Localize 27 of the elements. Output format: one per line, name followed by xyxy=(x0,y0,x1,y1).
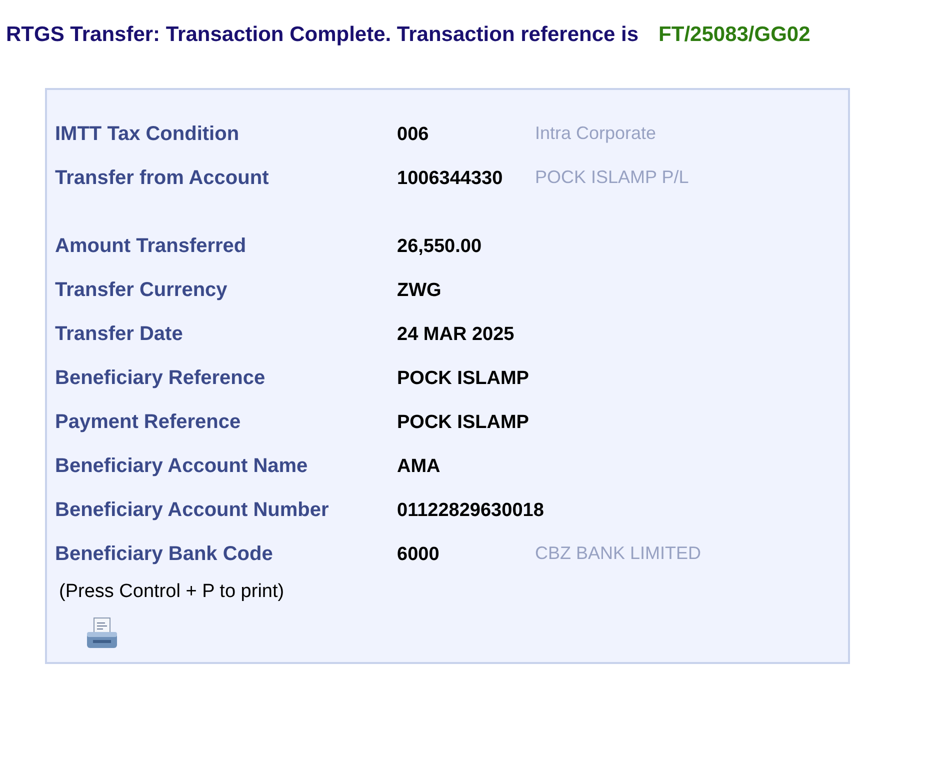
field-label: IMTT Tax Condition xyxy=(55,122,240,146)
field-value: 1006344330 xyxy=(397,167,504,192)
field-value: ZWG xyxy=(397,279,442,304)
field-value: POCK ISLAMP xyxy=(397,411,530,436)
field-value: AMA xyxy=(397,455,442,480)
printer-icon[interactable] xyxy=(85,616,119,650)
field-label: Transfer Date xyxy=(55,322,184,346)
status-message: RTGS Transfer: Transaction Complete. Transaction reference is xyxy=(6,22,639,48)
field-note: CBZ BANK LIMITED xyxy=(535,542,702,565)
field-label: Transfer from Account xyxy=(55,166,270,190)
field-value: 6000 xyxy=(397,543,440,568)
field-note: Intra Corporate xyxy=(535,122,656,145)
print-hint: (Press Control + P to print) xyxy=(59,580,284,602)
field-label: Beneficiary Reference xyxy=(55,366,266,390)
field-label: Beneficiary Account Name xyxy=(55,454,309,478)
field-value: 006 xyxy=(397,123,430,148)
field-note: POCK ISLAMP P/L xyxy=(535,166,689,189)
field-label: Amount Transferred xyxy=(55,234,248,258)
field-label: Transfer Currency xyxy=(55,278,228,302)
transaction-reference: FT/25083/GG02 xyxy=(658,22,810,48)
field-label: Beneficiary Account Number xyxy=(55,498,330,522)
field-value: 26,550.00 xyxy=(397,235,483,260)
field-value: POCK ISLAMP xyxy=(397,367,530,392)
field-label: Beneficiary Bank Code xyxy=(55,542,274,566)
field-label: Payment Reference xyxy=(55,410,242,434)
field-value: 24 MAR 2025 xyxy=(397,323,516,348)
field-value: 01122829630018 xyxy=(397,499,545,524)
